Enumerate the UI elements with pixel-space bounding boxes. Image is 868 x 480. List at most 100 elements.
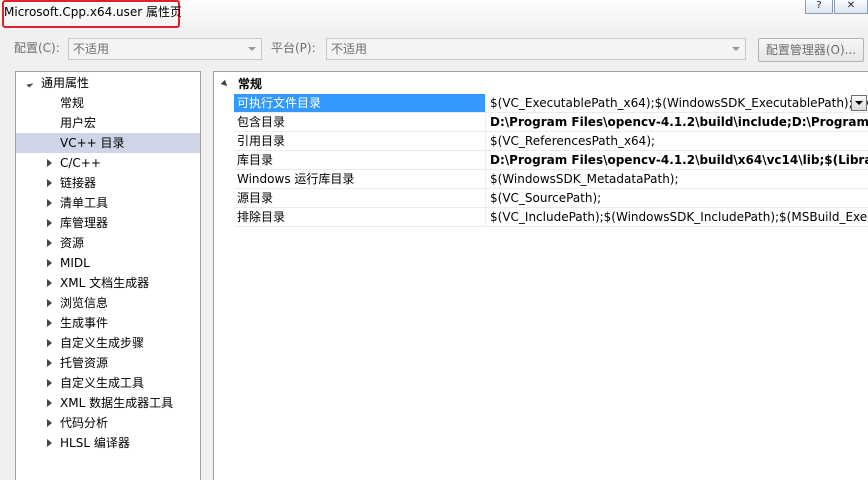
collapsed-arrow-icon[interactable]	[47, 339, 52, 347]
property-row[interactable]: 源目录 $(VC_SourcePath);	[234, 189, 868, 208]
property-row[interactable]: 可执行文件目录 $(VC_ExecutablePath_x64);$(Window…	[234, 94, 868, 113]
collapsed-arrow-icon[interactable]	[47, 379, 52, 387]
expanded-arrow-icon[interactable]	[26, 80, 34, 88]
property-value-text: $(VC_IncludePath);$(WindowsSDK_IncludePa…	[490, 210, 868, 224]
collapsed-arrow-icon[interactable]	[47, 419, 52, 427]
close-icon: ✕	[846, 0, 856, 11]
tree-item[interactable]: 自定义生成工具	[16, 373, 200, 393]
collapsed-arrow-icon[interactable]	[47, 219, 52, 227]
category-row[interactable]: 常规	[214, 74, 868, 94]
tree-item[interactable]: XML 文档生成器	[16, 273, 200, 293]
tree-item-label: XML 数据生成器工具	[60, 396, 174, 410]
tree-root-label: 通用属性	[41, 76, 90, 90]
tree-item[interactable]: 链接器	[16, 173, 200, 193]
collapsed-arrow-icon[interactable]	[47, 279, 52, 287]
property-name: 库目录	[234, 151, 486, 169]
collapsed-arrow-icon[interactable]	[47, 319, 52, 327]
tree-item-label: C/C++	[60, 156, 101, 170]
platform-select[interactable]: 不适用	[326, 38, 746, 60]
property-row[interactable]: 库目录 D:\Program Files\opencv-4.1.2\build\x…	[234, 151, 868, 170]
tree-item[interactable]: 代码分析	[16, 413, 200, 433]
property-value[interactable]: D:\Program Files\opencv-4.1.2\build\incl…	[490, 113, 868, 131]
tree-item[interactable]: 资源	[16, 233, 200, 253]
collapsed-arrow-icon[interactable]	[47, 159, 52, 167]
config-toolbar: 配置(C): 不适用 平台(P): 不适用 配置管理器(O)...	[0, 30, 868, 66]
tree-item-label: MIDL	[60, 256, 90, 270]
collapsed-arrow-icon[interactable]	[47, 179, 52, 187]
title-bar: Microsoft.Cpp.x64.user 属性页 ? ✕	[0, 0, 868, 30]
property-name: Windows 运行库目录	[234, 170, 486, 188]
property-value[interactable]: $(VC_IncludePath);$(WindowsSDK_IncludePa…	[490, 208, 868, 226]
tree-item-label: 清单工具	[60, 196, 109, 210]
collapsed-arrow-icon[interactable]	[47, 439, 52, 447]
tree-item[interactable]: C/C++	[16, 153, 200, 173]
config-select-value: 不适用	[73, 42, 110, 56]
property-name: 源目录	[234, 189, 486, 207]
property-row[interactable]: 排除目录 $(VC_IncludePath);$(WindowsSDK_Inclu…	[234, 208, 868, 227]
tree-item-label: HLSL 编译器	[60, 436, 130, 450]
property-grid: 常规 可执行文件目录 $(VC_ExecutablePath_x64);$(Win…	[213, 71, 868, 480]
tree-item[interactable]: 浏览信息	[16, 293, 200, 313]
tree-item-label: 资源	[60, 236, 85, 250]
tree-item[interactable]: 托管资源	[16, 353, 200, 373]
tree-item-label: 生成事件	[60, 316, 109, 330]
property-row[interactable]: Windows 运行库目录 $(WindowsSDK_MetadataPath);	[234, 170, 868, 189]
property-value-text: $(VC_ExecutablePath_x64);$(WindowsSDK_Ex…	[490, 96, 868, 110]
help-button[interactable]: ?	[805, 0, 833, 14]
tree-item[interactable]: 自定义生成步骤	[16, 333, 200, 353]
tree-item[interactable]: 生成事件	[16, 313, 200, 333]
property-value[interactable]: $(VC_SourcePath);	[490, 189, 868, 207]
tree-item-label: 常规	[60, 96, 85, 110]
chevron-down-icon	[732, 47, 740, 51]
config-manager-button[interactable]: 配置管理器(O)...	[758, 38, 864, 62]
tree-item[interactable]: XML 数据生成器工具	[16, 393, 200, 413]
tree-item[interactable]: 用户宏	[16, 113, 200, 133]
tree-item[interactable]: VC++ 目录	[16, 133, 200, 153]
property-name: 排除目录	[234, 208, 486, 226]
tree-item[interactable]: HLSL 编译器	[16, 433, 200, 453]
expanded-arrow-icon[interactable]	[220, 79, 230, 89]
tree-item-label: 用户宏	[60, 116, 97, 130]
collapsed-arrow-icon[interactable]	[47, 299, 52, 307]
help-icon: ?	[816, 0, 822, 11]
property-value[interactable]: $(VC_ExecutablePath_x64);$(WindowsSDK_Ex…	[490, 94, 868, 112]
property-row[interactable]: 包含目录 D:\Program Files\opencv-4.1.2\build\…	[234, 113, 868, 132]
collapsed-arrow-icon[interactable]	[47, 199, 52, 207]
tree-item-label: XML 文档生成器	[60, 276, 150, 290]
tree-item-label: 自定义生成工具	[60, 376, 145, 390]
tree-item-label: 浏览信息	[60, 296, 109, 310]
property-name: 引用目录	[234, 132, 486, 150]
property-value-text: D:\Program Files\opencv-4.1.2\build\x64\…	[490, 153, 868, 167]
property-value[interactable]: D:\Program Files\opencv-4.1.2\build\x64\…	[490, 151, 868, 169]
tree-item[interactable]: 清单工具	[16, 193, 200, 213]
tree-item-label: 自定义生成步骤	[60, 336, 145, 350]
property-value[interactable]: $(WindowsSDK_MetadataPath);	[490, 170, 868, 188]
property-row[interactable]: 引用目录 $(VC_ReferencesPath_x64);	[234, 132, 868, 151]
property-name: 包含目录	[234, 113, 486, 131]
config-label: 配置(C):	[14, 41, 60, 55]
window-title: Microsoft.Cpp.x64.user 属性页	[4, 5, 183, 19]
platform-label: 平台(P):	[271, 41, 316, 55]
collapsed-arrow-icon[interactable]	[47, 399, 52, 407]
property-value-text: D:\Program Files\opencv-4.1.2\build\incl…	[490, 115, 868, 129]
tree-item-label: VC++ 目录	[60, 136, 125, 150]
property-value[interactable]: $(VC_ReferencesPath_x64);	[490, 132, 868, 150]
tree-item-label: 代码分析	[60, 416, 109, 430]
property-value-text: $(VC_ReferencesPath_x64);	[490, 134, 656, 148]
config-select[interactable]: 不适用	[68, 38, 262, 60]
collapsed-arrow-icon[interactable]	[47, 359, 52, 367]
value-dropdown-button[interactable]	[851, 95, 867, 111]
close-button[interactable]: ✕	[834, 0, 868, 14]
property-value-text: $(VC_SourcePath);	[490, 191, 602, 205]
tree-item[interactable]: 常规	[16, 93, 200, 113]
chevron-down-icon	[855, 101, 863, 105]
tree-item-label: 库管理器	[60, 216, 109, 230]
tree-root-item[interactable]: 通用属性	[16, 73, 200, 93]
property-pages-window: Microsoft.Cpp.x64.user 属性页 ? ✕ 配置(C): 不适…	[0, 0, 868, 480]
collapsed-arrow-icon[interactable]	[47, 239, 52, 247]
collapsed-arrow-icon[interactable]	[47, 259, 52, 267]
tree-item-label: 托管资源	[60, 356, 109, 370]
tree-item[interactable]: MIDL	[16, 253, 200, 273]
tree-item[interactable]: 库管理器	[16, 213, 200, 233]
property-tree: 通用属性 常规用户宏 VC++ 目录 C/C++ 链接器清单工具库管理器资源 MIDL X…	[15, 71, 201, 480]
